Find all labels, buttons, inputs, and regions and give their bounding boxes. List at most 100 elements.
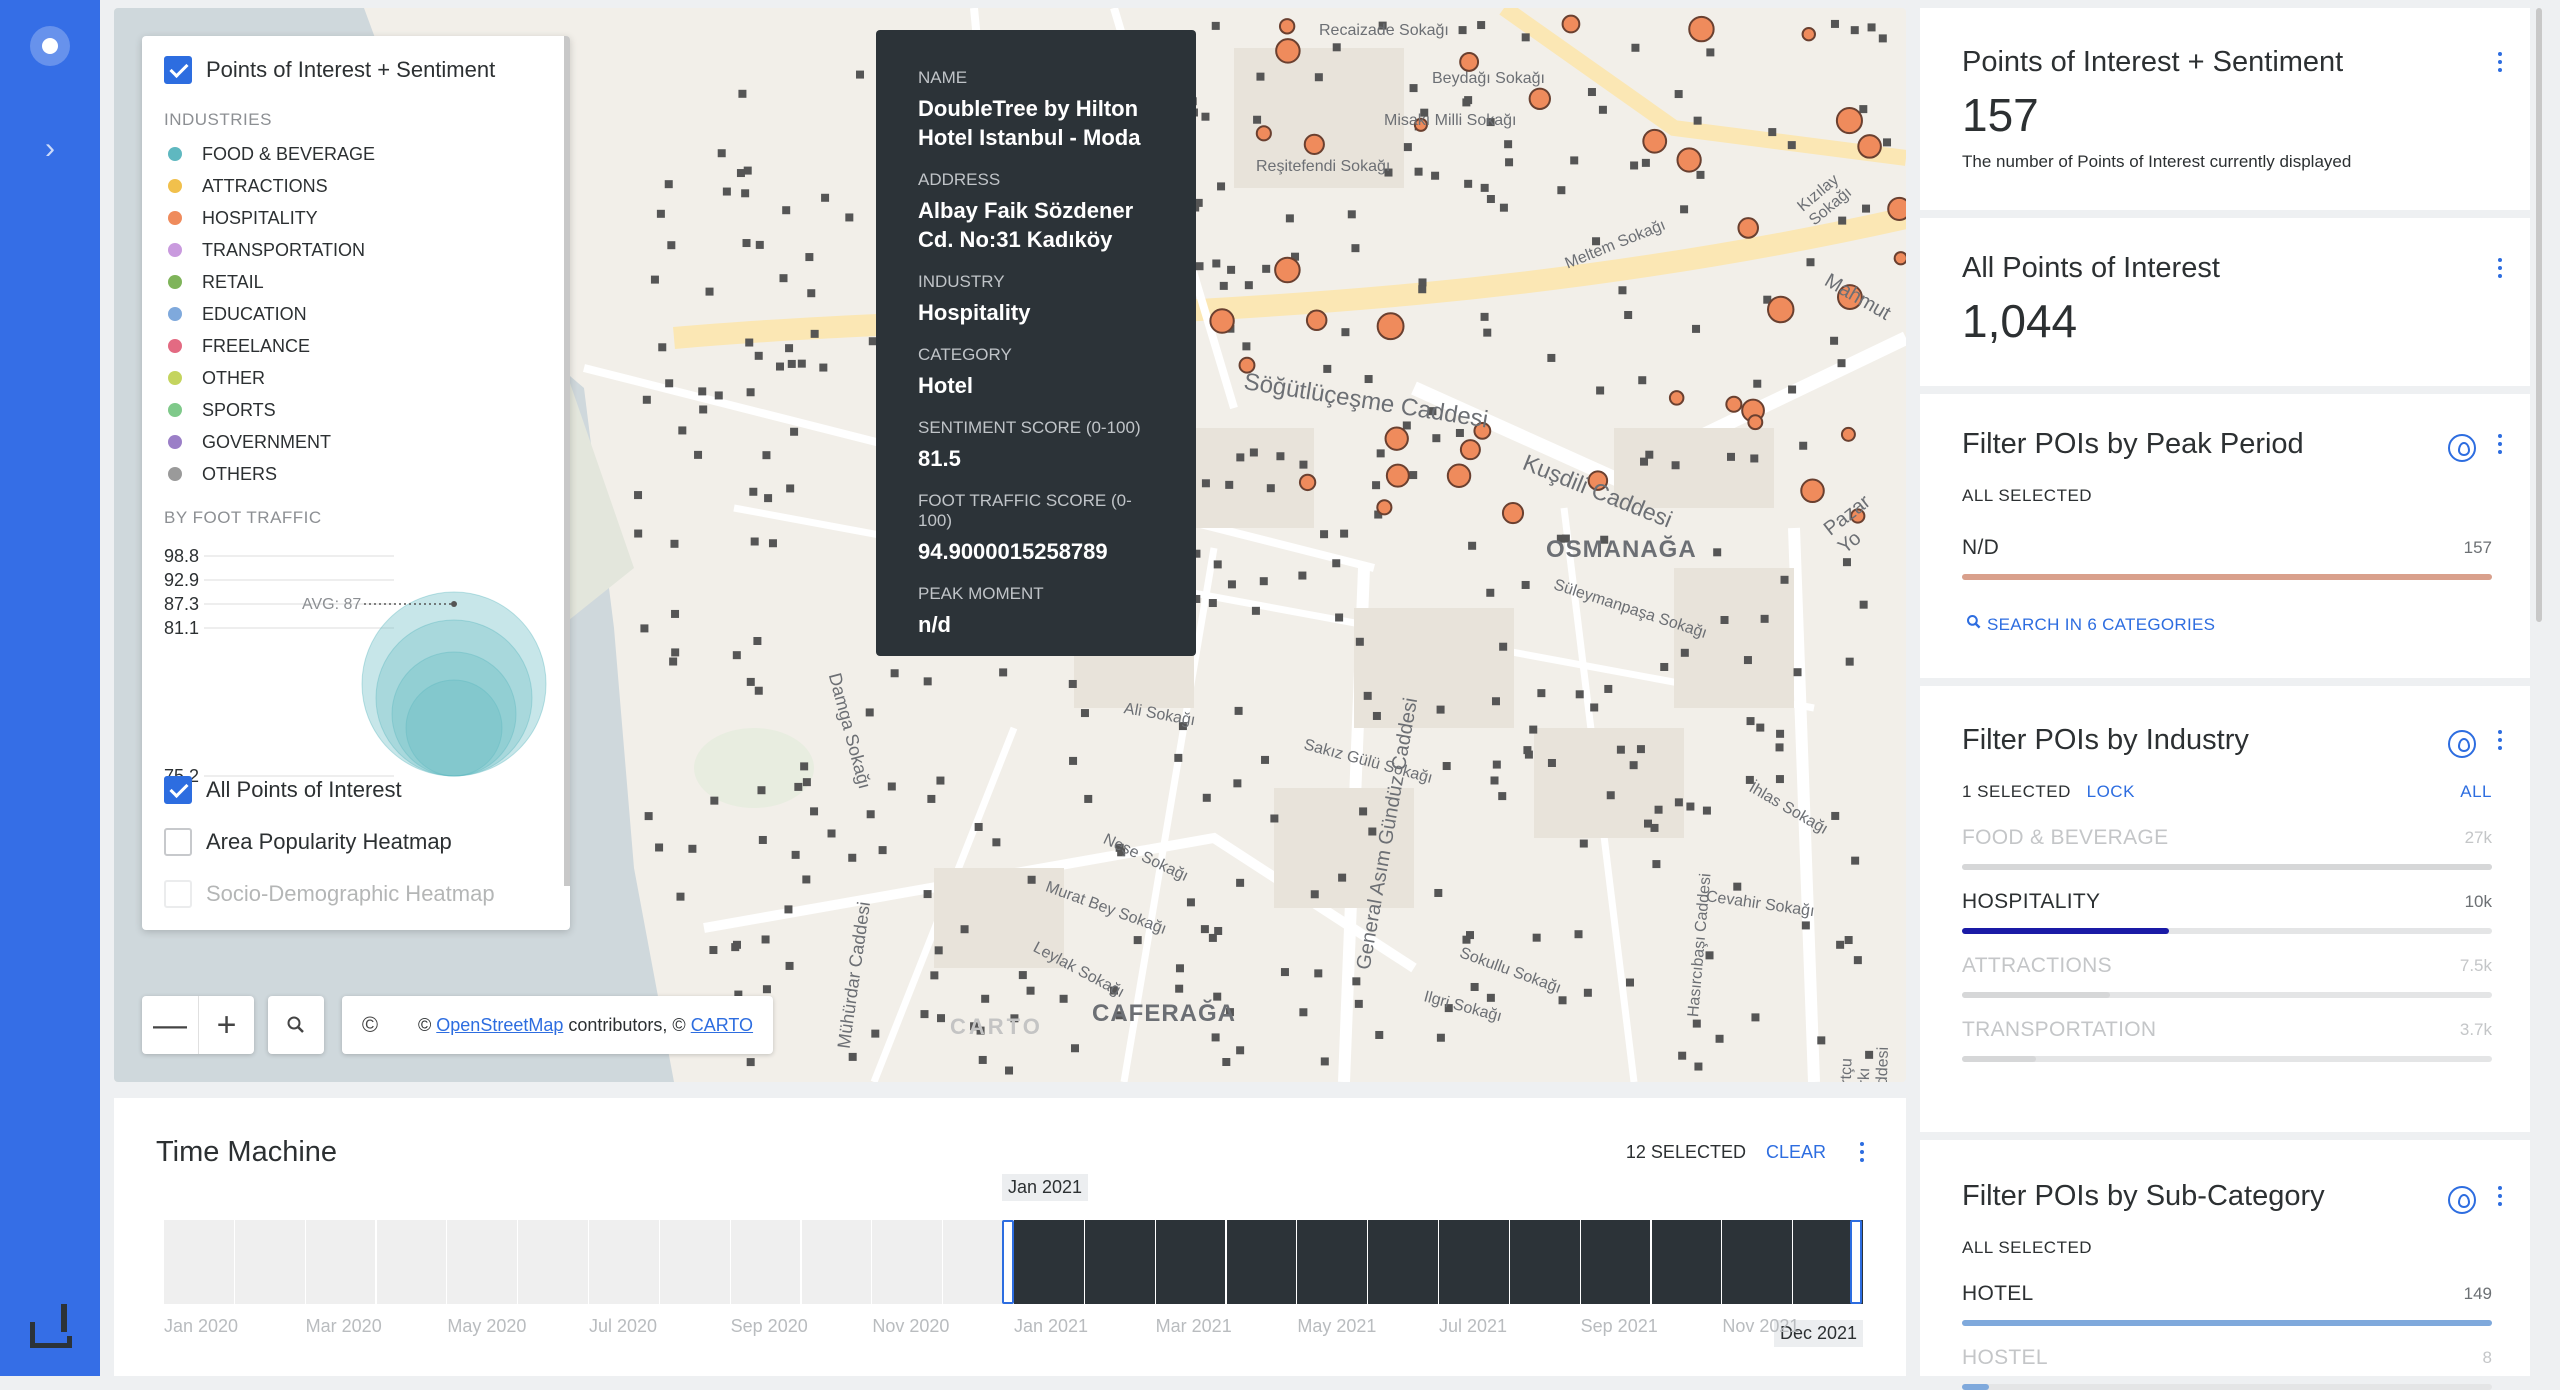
poi-marker[interactable] <box>974 822 983 831</box>
poi-marker[interactable] <box>1760 614 1769 623</box>
hospitality-poi-marker[interactable] <box>1303 133 1325 155</box>
hospitality-poi-marker[interactable] <box>1801 26 1816 42</box>
poi-marker[interactable] <box>1363 691 1372 700</box>
poi-marker[interactable] <box>1492 760 1501 769</box>
poi-marker[interactable] <box>1251 606 1260 615</box>
month-bar[interactable] <box>518 1220 589 1304</box>
copyright-icon[interactable]: © <box>342 996 398 1054</box>
poi-marker[interactable] <box>1262 264 1271 273</box>
hospitality-poi-marker[interactable] <box>1275 38 1301 64</box>
poi-marker[interactable] <box>1266 484 1275 493</box>
poi-marker[interactable] <box>1720 615 1729 624</box>
poi-marker[interactable] <box>810 807 819 816</box>
poi-marker[interactable] <box>1483 328 1492 337</box>
poi-marker[interactable] <box>722 187 731 196</box>
poi-marker[interactable] <box>1746 717 1755 726</box>
poi-marker[interactable] <box>1590 703 1599 712</box>
poi-marker[interactable] <box>746 1058 755 1067</box>
hospitality-poi-marker[interactable] <box>1446 463 1472 488</box>
poi-marker[interactable] <box>667 241 676 250</box>
poi-marker[interactable] <box>802 778 811 787</box>
poi-marker[interactable] <box>1499 203 1508 212</box>
poi-marker[interactable] <box>1660 662 1669 671</box>
hospitality-poi-marker[interactable] <box>1668 390 1685 406</box>
poi-marker[interactable] <box>930 971 939 980</box>
hospitality-poi-marker[interactable] <box>1384 426 1409 451</box>
poi-marker[interactable] <box>1521 33 1530 42</box>
poi-marker[interactable] <box>887 782 896 791</box>
poi-marker[interactable] <box>1859 600 1868 609</box>
poi-marker[interactable] <box>1505 158 1514 167</box>
color-by-icon[interactable] <box>2448 730 2476 758</box>
poi-marker[interactable] <box>1799 441 1808 450</box>
poi-marker[interactable] <box>1674 798 1683 807</box>
poi-marker[interactable] <box>1853 956 1862 965</box>
hospitality-poi-marker[interactable] <box>1305 309 1328 332</box>
poi-marker[interactable] <box>978 1055 987 1064</box>
poi-marker[interactable] <box>1680 648 1689 657</box>
poi-marker[interactable] <box>1750 454 1759 463</box>
hospitality-poi-marker[interactable] <box>1459 439 1481 461</box>
poi-marker[interactable] <box>669 657 678 666</box>
poi-marker[interactable] <box>1859 105 1868 114</box>
poi-marker[interactable] <box>746 677 755 686</box>
hospitality-poi-marker[interactable] <box>1835 107 1863 135</box>
poi-marker[interactable] <box>1464 179 1473 188</box>
poi-marker[interactable] <box>1320 1057 1329 1066</box>
poi-marker[interactable] <box>1696 170 1705 179</box>
poi-marker[interactable] <box>736 169 745 178</box>
poi-marker[interactable] <box>761 935 770 944</box>
chevron-right-icon[interactable]: › <box>36 132 64 166</box>
legend-scrollbar[interactable] <box>564 36 570 886</box>
poi-marker[interactable] <box>732 651 741 660</box>
category-row[interactable]: TRANSPORTATION 3.7k <box>1962 1018 2492 1062</box>
poi-marker[interactable] <box>749 487 758 496</box>
poi-marker[interactable] <box>1468 541 1477 550</box>
poi-marker[interactable] <box>1236 1046 1245 1055</box>
poi-marker[interactable] <box>1059 994 1068 1003</box>
poi-marker[interactable] <box>656 209 665 218</box>
poi-marker[interactable] <box>1409 471 1418 480</box>
poi-marker[interactable] <box>810 329 819 338</box>
lock-button[interactable]: LOCK <box>2087 782 2135 801</box>
poi-marker[interactable] <box>1850 26 1859 35</box>
poi-marker[interactable] <box>1355 637 1364 646</box>
poi-marker[interactable] <box>1693 116 1702 125</box>
poi-marker[interactable] <box>1558 996 1567 1005</box>
hospitality-poi-marker[interactable] <box>1887 196 1906 221</box>
poi-marker[interactable] <box>1624 311 1633 320</box>
poi-marker[interactable] <box>1883 138 1892 147</box>
poi-marker[interactable] <box>754 351 763 360</box>
poi-marker[interactable] <box>1477 21 1486 30</box>
poi-marker[interactable] <box>1680 205 1689 214</box>
poi-marker[interactable] <box>1341 328 1350 337</box>
poi-marker[interactable] <box>1787 141 1796 150</box>
poi-marker[interactable] <box>1414 167 1423 176</box>
poi-marker[interactable] <box>782 206 791 215</box>
poi-marker[interactable] <box>1480 183 1489 192</box>
poi-marker[interactable] <box>1626 978 1635 987</box>
poi-marker[interactable] <box>1491 697 1500 706</box>
poi-marker[interactable] <box>1332 559 1341 568</box>
poi-marker[interactable] <box>1403 143 1412 152</box>
poi-marker[interactable] <box>1261 755 1270 764</box>
poi-marker[interactable] <box>642 395 651 404</box>
poi-marker[interactable] <box>1222 1058 1231 1067</box>
widget-menu-icon[interactable] <box>2494 1182 2506 1212</box>
poi-marker[interactable] <box>1462 935 1471 944</box>
poi-marker[interactable] <box>1490 776 1499 785</box>
poi-marker[interactable] <box>640 624 649 633</box>
poi-marker[interactable] <box>1574 930 1583 939</box>
poi-marker[interactable] <box>753 636 762 645</box>
poi-marker[interactable] <box>1650 823 1659 832</box>
poi-marker[interactable] <box>1629 761 1638 770</box>
poi-marker[interactable] <box>1186 898 1195 907</box>
poi-marker[interactable] <box>865 708 874 717</box>
poi-marker[interactable] <box>1211 1033 1220 1042</box>
poi-marker[interactable] <box>1299 460 1308 469</box>
poi-marker[interactable] <box>1201 479 1210 488</box>
widget-menu-icon[interactable] <box>2494 430 2506 460</box>
poi-marker[interactable] <box>1867 23 1876 32</box>
month-bar[interactable] <box>164 1220 235 1304</box>
poi-marker[interactable] <box>1214 926 1223 935</box>
